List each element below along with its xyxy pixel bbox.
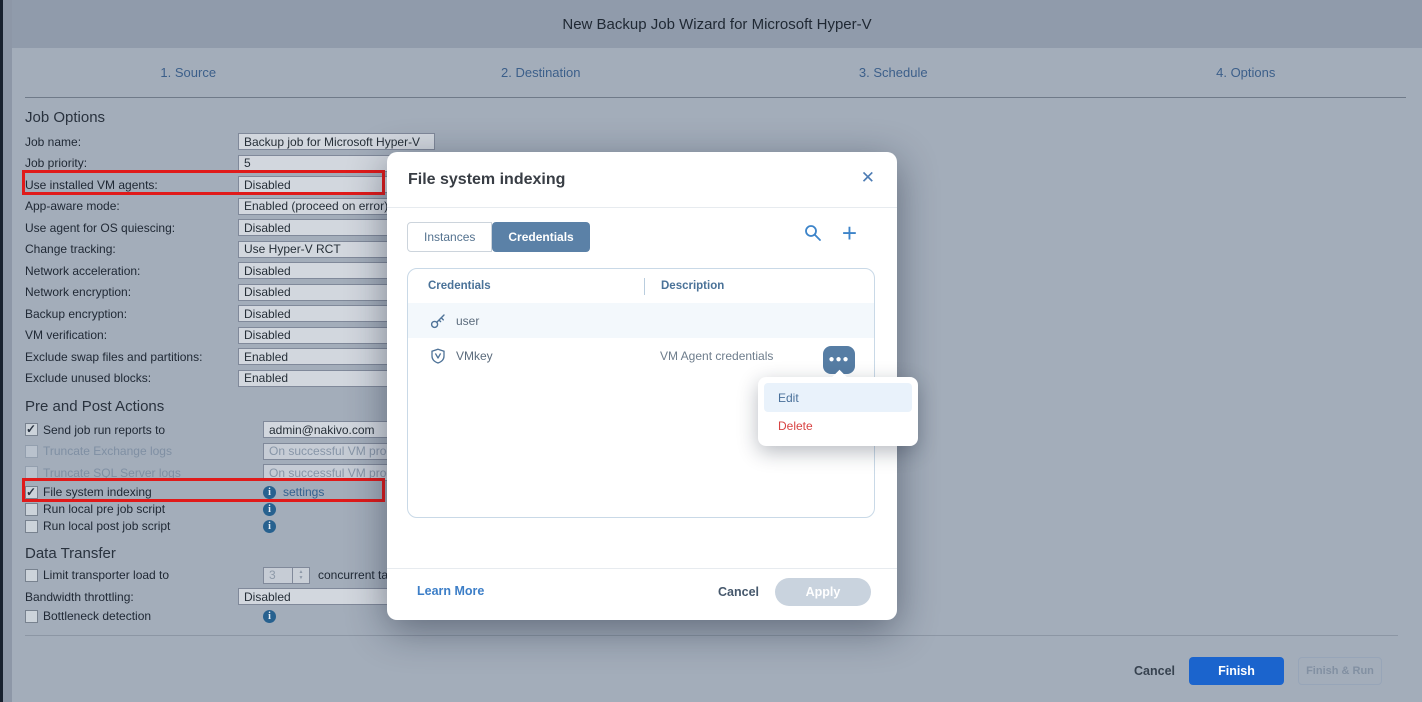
checkbox[interactable]: [25, 610, 38, 623]
checkbox[interactable]: [25, 423, 38, 436]
field-value[interactable]: Backup job for Microsoft Hyper-V: [238, 133, 435, 150]
row-context-menu: Edit Delete: [758, 377, 918, 446]
steps-divider: [25, 97, 1406, 98]
shield-icon: [430, 348, 446, 364]
field-label: Network acceleration:: [25, 264, 238, 278]
wizard-steps: 1. Source 2. Destination 3. Schedule 4. …: [12, 48, 1422, 97]
cancel-button[interactable]: Cancel: [1134, 664, 1175, 678]
checkbox-label: Truncate Exchange logs: [43, 444, 172, 458]
modal-title: File system indexing: [408, 171, 565, 189]
credential-row[interactable]: user: [408, 303, 874, 338]
checkbox-label: Run local post job script: [43, 519, 170, 533]
info-icon[interactable]: i: [263, 520, 276, 533]
apply-button[interactable]: Apply: [775, 578, 871, 606]
concurrent-tasks-value[interactable]: 3: [263, 567, 293, 584]
checkbox-label: Send job run reports to: [43, 423, 165, 437]
menu-item-delete[interactable]: Delete: [764, 412, 912, 440]
column-header-description: Description: [661, 280, 724, 292]
modal-footer-divider: [387, 568, 897, 569]
number-spinner[interactable]: [293, 567, 310, 584]
close-icon[interactable]: ✕: [861, 168, 875, 188]
key-icon: [430, 313, 446, 329]
credential-name: VMkey: [456, 349, 643, 363]
field-label: App-aware mode:: [25, 199, 238, 213]
field-label: VM verification:: [25, 328, 238, 342]
modal-tab-switch: Instances Credentials: [407, 222, 590, 252]
credential-description: VM Agent credentials: [660, 349, 773, 363]
finish-and-run-button[interactable]: Finish & Run: [1298, 657, 1382, 685]
section-heading-job-options: Job Options: [25, 108, 465, 131]
annotation-red-box-file-indexing: [22, 478, 385, 502]
column-header-credentials: Credentials: [428, 280, 644, 292]
add-icon[interactable]: +: [842, 224, 857, 242]
modal-footer-actions: Cancel Apply: [718, 578, 871, 606]
wizard-step-tab[interactable]: 4. Options: [1070, 65, 1422, 80]
info-icon[interactable]: i: [263, 610, 276, 623]
checkbox[interactable]: [25, 445, 38, 458]
field-label: Job name:: [25, 135, 238, 149]
field-label: Exclude unused blocks:: [25, 371, 238, 385]
table-header: Credentials Description: [408, 269, 874, 303]
field-label: Bandwidth throttling:: [25, 590, 238, 604]
form-row: Job name: Backup job for Microsoft Hyper…: [25, 131, 465, 153]
wizard-footer: Cancel Finish Finish & Run: [1134, 657, 1382, 685]
window-edge-light: [3, 0, 12, 702]
wizard-step-tab[interactable]: 1. Source: [12, 65, 365, 80]
tab-credentials[interactable]: Credentials: [492, 222, 589, 252]
column-divider: [644, 278, 645, 295]
credential-row[interactable]: VMkey VM Agent credentials ●●●: [408, 338, 874, 374]
checkbox[interactable]: [25, 569, 38, 582]
wizard-step-tab[interactable]: 3. Schedule: [717, 65, 1070, 80]
wizard-title: New Backup Job Wizard for Microsoft Hype…: [562, 16, 871, 33]
wizard-title-bar: New Backup Job Wizard for Microsoft Hype…: [12, 0, 1422, 48]
modal-toolbar: +: [804, 224, 857, 242]
checkbox[interactable]: [25, 520, 38, 533]
annotation-red-box-vm-agents: [22, 170, 385, 195]
field-label: Exclude swap files and partitions:: [25, 350, 238, 364]
field-label: Job priority:: [25, 156, 238, 170]
menu-item-edit[interactable]: Edit: [764, 383, 912, 412]
tab-instances[interactable]: Instances: [407, 222, 492, 252]
checkbox-label: Bottleneck detection: [43, 609, 151, 623]
field-label: Change tracking:: [25, 242, 238, 256]
checkbox-label: Run local pre job script: [43, 502, 165, 516]
checkbox[interactable]: [25, 503, 38, 516]
wizard-step-tab[interactable]: 2. Destination: [365, 65, 718, 80]
field-label: Network encryption:: [25, 285, 238, 299]
checkbox-label: Limit transporter load to: [43, 568, 169, 582]
learn-more-link[interactable]: Learn More: [417, 584, 484, 598]
field-label: Backup encryption:: [25, 307, 238, 321]
field-label: Use agent for OS quiescing:: [25, 221, 238, 235]
modal-header: File system indexing ✕: [387, 152, 897, 208]
finish-button[interactable]: Finish: [1189, 657, 1284, 685]
credential-name: user: [456, 314, 643, 328]
search-icon[interactable]: [804, 224, 822, 242]
footer-divider: [25, 635, 1398, 636]
modal-cancel-button[interactable]: Cancel: [718, 585, 759, 599]
info-icon[interactable]: i: [263, 503, 276, 516]
